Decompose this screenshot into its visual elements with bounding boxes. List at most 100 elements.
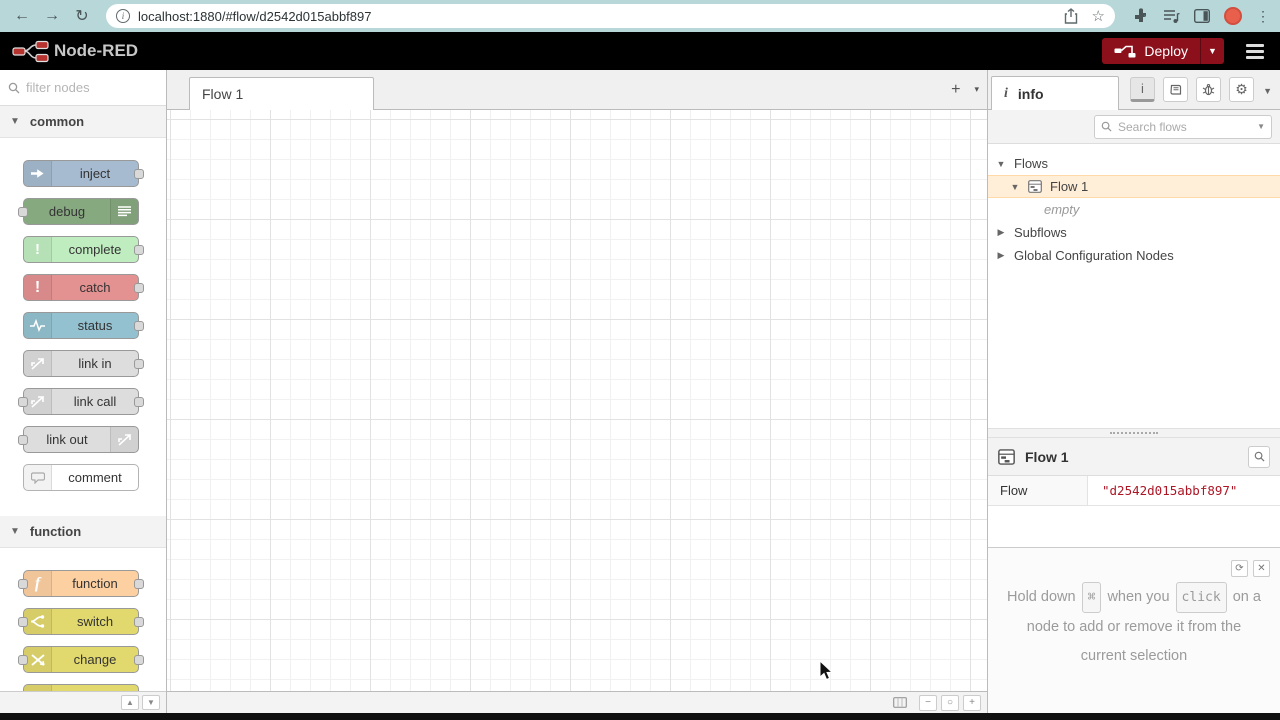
palette-node-switch[interactable]: switch (23, 608, 139, 635)
input-port[interactable] (18, 207, 28, 217)
gear-icon: ⚙ (1235, 81, 1248, 98)
tab-info-label: info (1018, 86, 1044, 102)
refresh-tip-icon[interactable]: ⟳ (1231, 560, 1248, 577)
comment-icon (24, 465, 52, 490)
node-palette: ▼ common inject debug (0, 70, 167, 713)
deploy-options-caret[interactable]: ▼ (1200, 38, 1224, 64)
chrome-menu-icon[interactable]: ⋮ (1256, 8, 1270, 25)
url-text[interactable]: localhost:1880/#flow/d2542d015abbf897 (138, 9, 1056, 24)
output-port[interactable] (134, 579, 144, 589)
search-flows-input[interactable] (1118, 120, 1251, 134)
bug-icon (1202, 83, 1215, 96)
tree-row-flow1[interactable]: ▼ Flow 1 (988, 175, 1280, 198)
navigator-icon[interactable] (891, 695, 909, 711)
zoom-reset-button[interactable]: ○ (941, 695, 959, 711)
input-port[interactable] (18, 579, 28, 589)
extensions-puzzle-icon[interactable] (1133, 8, 1149, 24)
sidebar-config-button[interactable]: ⚙ (1229, 77, 1254, 102)
tree-row-global-config[interactable]: ▶ Global Configuration Nodes (988, 244, 1280, 267)
reading-list-icon[interactable] (1163, 9, 1180, 24)
input-port[interactable] (18, 655, 28, 665)
input-port[interactable] (18, 435, 28, 445)
sidebar-menu-caret[interactable]: ▼ (1263, 86, 1272, 96)
inject-icon (24, 161, 52, 186)
palette-node-debug[interactable]: debug (23, 198, 139, 225)
complete-icon: ! (24, 237, 52, 262)
output-port[interactable] (134, 245, 144, 255)
switch-icon (24, 609, 52, 634)
zoom-in-button[interactable]: + (963, 695, 981, 711)
palette-node-complete[interactable]: ! complete (23, 236, 139, 263)
search-flow-button[interactable] (1248, 446, 1270, 468)
sidebar-splitter[interactable] (988, 428, 1280, 438)
output-port[interactable] (134, 397, 144, 407)
palette-node-comment[interactable]: comment (23, 464, 139, 491)
flow-tab[interactable]: Flow 1 (189, 77, 374, 110)
flow-tab-label: Flow 1 (202, 86, 243, 102)
search-options-caret[interactable]: ▼ (1257, 122, 1265, 131)
palette-node-link-in[interactable]: link in (23, 350, 139, 377)
category-label: function (30, 524, 81, 539)
palette-node-range[interactable]: ii range (23, 684, 139, 691)
output-port[interactable] (134, 359, 144, 369)
zoom-out-button[interactable]: − (919, 695, 937, 711)
property-label: Flow (988, 476, 1088, 505)
tree-row-empty: empty (988, 198, 1280, 221)
nodered-logo-icon (12, 39, 50, 63)
palette-node-change[interactable]: change (23, 646, 139, 673)
tree-row-subflows[interactable]: ▶ Subflows (988, 221, 1280, 244)
close-tip-icon[interactable]: ✕ (1253, 560, 1270, 577)
category-common[interactable]: ▼ common (0, 106, 166, 138)
collapse-categories-button[interactable]: ▲ (121, 695, 139, 710)
search-icon (8, 82, 20, 94)
sidebar-info-button[interactable]: i (1130, 77, 1155, 102)
main-menu-icon[interactable] (1246, 44, 1264, 59)
sidebar-debug-button[interactable] (1196, 77, 1221, 102)
tree-row-flows[interactable]: ▼ Flows (988, 152, 1280, 175)
chevron-down-icon: ▼ (10, 526, 20, 537)
refresh-icon[interactable]: ↻ (70, 4, 94, 28)
forward-icon[interactable]: → (40, 4, 64, 28)
share-icon[interactable] (1064, 8, 1078, 24)
category-function[interactable]: ▼ function (0, 516, 166, 548)
palette-node-function[interactable]: f function (23, 570, 139, 597)
palette-node-link-call[interactable]: link call (23, 388, 139, 415)
flow-canvas[interactable] (167, 110, 987, 691)
output-port[interactable] (134, 617, 144, 627)
output-port[interactable] (134, 169, 144, 179)
debug-icon (110, 199, 138, 224)
profile-avatar[interactable] (1224, 7, 1242, 25)
add-flow-button[interactable]: + (951, 81, 960, 99)
output-port[interactable] (134, 283, 144, 293)
search-icon (1254, 451, 1265, 462)
tab-info[interactable]: i info (991, 76, 1119, 110)
node-label: link call (52, 389, 138, 414)
search-flows-box[interactable]: ▼ (1094, 115, 1272, 139)
palette-node-status[interactable]: status (23, 312, 139, 339)
palette-node-catch[interactable]: ! catch (23, 274, 139, 301)
input-port[interactable] (18, 397, 28, 407)
deploy-button[interactable]: Deploy ▼ (1102, 38, 1224, 64)
sidebar-help-button[interactable] (1163, 77, 1188, 102)
tip-text-part: when you (1107, 589, 1169, 605)
node-label: complete (52, 237, 138, 262)
input-port[interactable] (18, 617, 28, 627)
site-info-icon[interactable]: i (116, 9, 130, 23)
link-icon (24, 351, 52, 376)
function-icon: f (24, 571, 52, 596)
back-icon[interactable]: ← (10, 4, 34, 28)
link-icon (24, 389, 52, 414)
output-port[interactable] (134, 321, 144, 331)
palette-node-link-out[interactable]: link out (23, 426, 139, 453)
url-bar[interactable]: i localhost:1880/#flow/d2542d015abbf897 … (106, 4, 1115, 28)
flow-list-caret[interactable]: ▾ (974, 84, 979, 95)
bookmark-star-icon[interactable]: ☆ (1092, 7, 1105, 25)
deploy-label: Deploy (1144, 43, 1188, 59)
chevron-down-icon: ▼ (996, 159, 1006, 169)
side-panel-icon[interactable] (1194, 9, 1210, 23)
palette-filter[interactable] (0, 70, 166, 106)
palette-filter-input[interactable] (26, 80, 141, 95)
expand-categories-button[interactable]: ▼ (142, 695, 160, 710)
palette-node-inject[interactable]: inject (23, 160, 139, 187)
output-port[interactable] (134, 655, 144, 665)
